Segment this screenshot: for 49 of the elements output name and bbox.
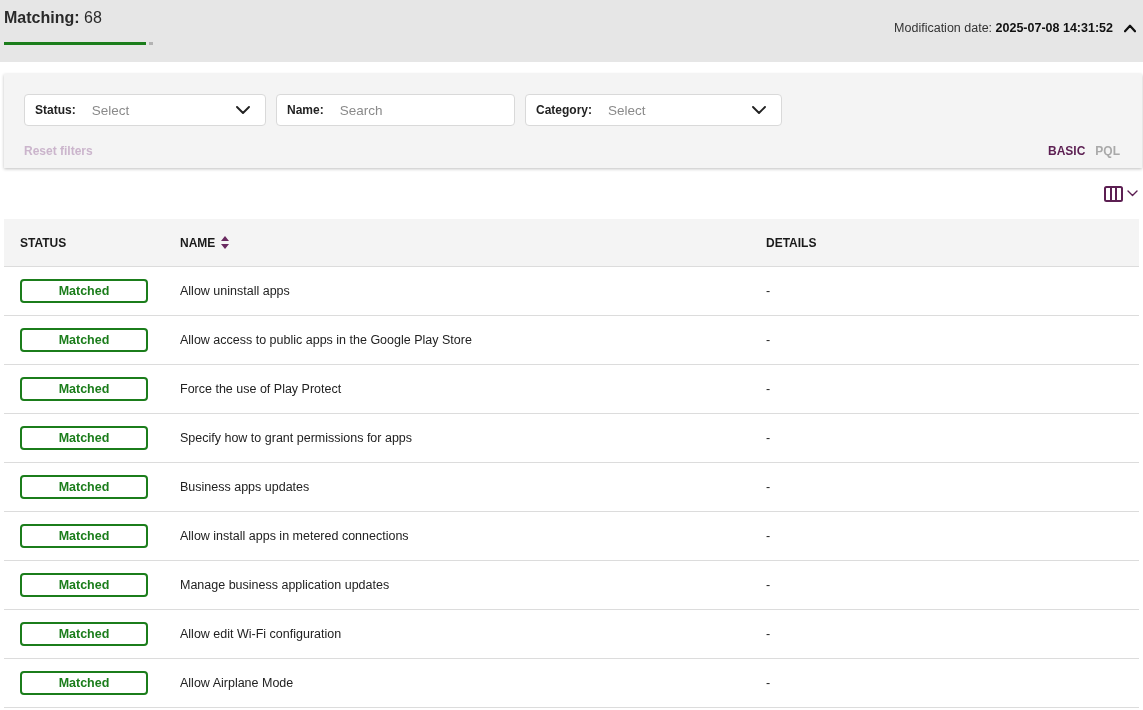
table-cell: - [766, 431, 771, 445]
table-cell: Allow install apps in metered connections [180, 529, 409, 543]
mode-tab[interactable]: BASIC [1048, 144, 1086, 158]
sort-icon[interactable] [221, 236, 230, 249]
field-label: Status: [35, 103, 76, 117]
chevron-down-icon [1127, 190, 1138, 197]
status-badge: Matched [20, 426, 148, 450]
chevron-down-icon [236, 105, 250, 115]
chevron-up-icon [1124, 23, 1136, 33]
field-label: Category: [536, 103, 592, 117]
table-cell: Allow uninstall apps [180, 284, 290, 298]
status-badge: Matched [20, 671, 148, 695]
columns-icon [1104, 185, 1123, 202]
table-cell: - [766, 382, 771, 396]
table-cell: Specify how to grant permissions for apps [180, 431, 413, 445]
status-badge: Matched [20, 377, 148, 401]
column-picker-button[interactable] [1104, 184, 1138, 203]
table-cell: - [766, 676, 771, 690]
status-badge: Matched [20, 328, 148, 352]
table-cell: - [766, 333, 771, 347]
status-badge: Matched [20, 524, 148, 548]
table-cell: - [766, 284, 771, 298]
field-label: Name: [287, 103, 324, 117]
table-cell: Manage business application updates [180, 578, 390, 592]
table-cell: Allow Airplane Mode [180, 676, 294, 690]
status-badge: Matched [20, 475, 148, 499]
select-field[interactable]: Category: Select [525, 94, 782, 126]
table-cell: Allow access to public apps in the Google Play Store [180, 333, 472, 347]
table-cell: - [766, 578, 771, 592]
select-input[interactable]: Select [608, 102, 752, 118]
table-cell: - [766, 529, 771, 543]
select-input[interactable]: Select [91, 102, 236, 118]
table-cell: - [766, 627, 771, 641]
modification-date: Modification date: 2025-07-08 14:31:52 [894, 20, 1113, 37]
table-cell: Business apps updates [180, 480, 310, 494]
table-cell: Allow edit Wi-Fi configuration [180, 627, 342, 641]
column-header: DETAILS [766, 235, 817, 250]
search-field[interactable]: Name: Search [276, 94, 515, 126]
status-badge: Matched [20, 573, 148, 597]
table-cell: Force the use of Play Protect [180, 382, 342, 396]
column-header: STATUS [20, 235, 67, 250]
status-badge: Matched [20, 279, 148, 303]
select-field[interactable]: Status: Select [24, 94, 266, 126]
chevron-down-icon [752, 105, 766, 115]
table-cell: - [766, 480, 771, 494]
matching-count: Matching: 68 [4, 8, 103, 28]
search-input[interactable]: Search [339, 102, 499, 118]
status-badge: Matched [20, 622, 148, 646]
column-header[interactable]: NAME [180, 235, 216, 250]
